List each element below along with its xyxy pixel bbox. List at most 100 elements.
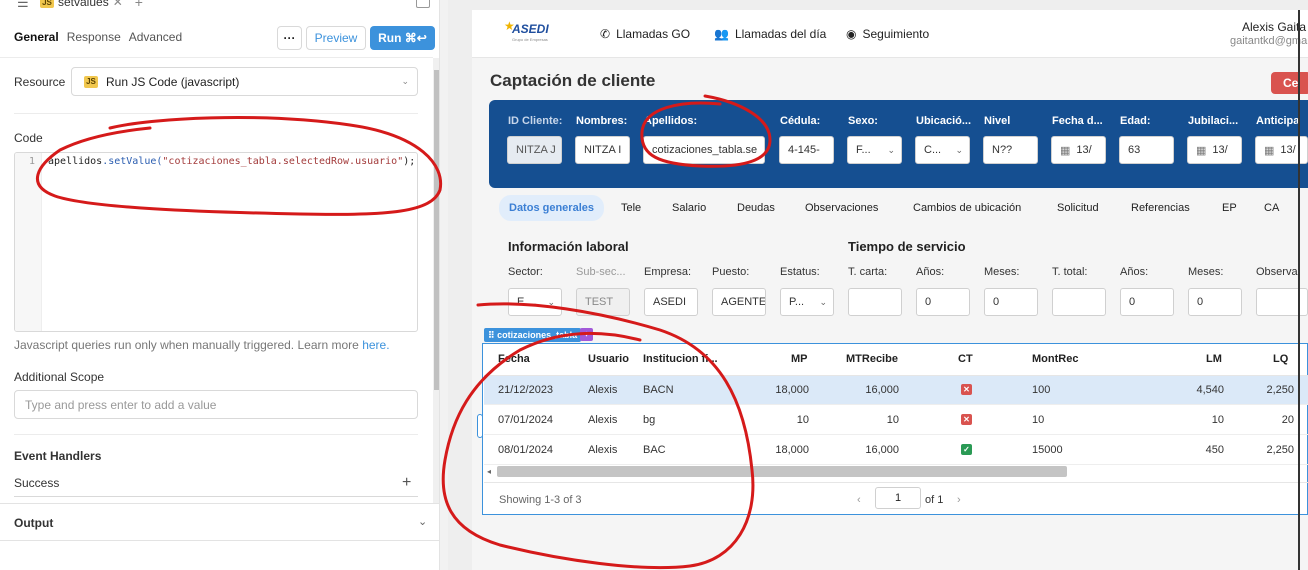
- check-icon: ✓: [961, 444, 972, 455]
- table-row[interactable]: 08/01/2024 Alexis BAC 18,000 16,000 ✓ 15…: [484, 436, 1308, 465]
- tab-response[interactable]: Response: [67, 30, 121, 44]
- cedula-field[interactable]: 4-145-: [779, 136, 834, 164]
- divider: [0, 57, 433, 58]
- run-button[interactable]: Run ⌘↩: [370, 26, 435, 50]
- cell-institucion: BACN: [643, 384, 674, 396]
- nombres-field[interactable]: NITZA I: [575, 136, 630, 164]
- column-header-usuario[interactable]: Usuario: [588, 353, 629, 365]
- component-settings-icon[interactable]: ✦: [580, 328, 593, 341]
- tab-tele[interactable]: Tele: [621, 195, 641, 221]
- chevron-down-icon: ⌄: [887, 145, 895, 155]
- collapse-panel-icon[interactable]: [416, 0, 430, 8]
- nav-llamadas-go[interactable]: ✆ Llamadas GO: [600, 27, 690, 41]
- tab-ep[interactable]: EP: [1222, 195, 1237, 221]
- additional-scope-input[interactable]: Type and press enter to add a value: [14, 390, 418, 419]
- tab-ca[interactable]: CA: [1264, 195, 1279, 221]
- resource-select[interactable]: JS Run JS Code (javascript) ⌄: [71, 67, 418, 96]
- field-value: E ...: [517, 296, 537, 308]
- red-action-button[interactable]: Ce: [1271, 72, 1308, 94]
- scope-placeholder: Type and press enter to add a value: [25, 397, 217, 412]
- column-header-mtrecibe[interactable]: MTRecibe: [846, 353, 898, 365]
- label-t-total: T. total:: [1052, 266, 1088, 278]
- output-section[interactable]: Output ⌄: [0, 503, 439, 541]
- column-header-institucion[interactable]: Institucion fi...: [643, 353, 718, 365]
- close-icon[interactable]: ✕: [113, 0, 123, 9]
- users-icon: 👥: [714, 27, 729, 41]
- query-editor-panel: ☰ JS setvalues ✕ + General Response Adva…: [0, 0, 440, 570]
- empresa-field[interactable]: ASEDI: [644, 288, 698, 316]
- label-subsector: Sub-sec...: [576, 266, 626, 278]
- nav-llamadas-dia[interactable]: 👥 Llamadas del día: [714, 27, 826, 41]
- chevron-down-icon: ⌄: [547, 297, 555, 307]
- t-carta-field[interactable]: [848, 288, 902, 316]
- more-options-button[interactable]: ···: [277, 26, 302, 50]
- tab-observaciones[interactable]: Observaciones: [805, 195, 878, 221]
- tab-salario[interactable]: Salario: [672, 195, 706, 221]
- cell-montrec: 10: [1032, 414, 1045, 426]
- tab-advanced[interactable]: Advanced: [129, 30, 182, 44]
- meses-field-2[interactable]: 0: [1188, 288, 1242, 316]
- jubilacion-field[interactable]: ▦ 13/: [1187, 136, 1242, 164]
- estatus-select[interactable]: P... ⌄: [780, 288, 834, 316]
- meses-field[interactable]: 0: [984, 288, 1038, 316]
- learn-more-link[interactable]: here.: [362, 338, 389, 352]
- puesto-field[interactable]: AGENTE: [712, 288, 766, 316]
- cell-institucion: BAC: [643, 444, 666, 456]
- cotizaciones-table[interactable]: Fecha Usuario Institucion fi... MP MTRec…: [482, 343, 1308, 515]
- page-input[interactable]: 1: [875, 487, 921, 509]
- scroll-left-icon[interactable]: ◂: [487, 467, 491, 476]
- sexo-select[interactable]: F... ⌄: [847, 136, 902, 164]
- edad-field[interactable]: 63: [1119, 136, 1174, 164]
- add-handler-icon[interactable]: +: [402, 474, 411, 492]
- nav-seguimiento[interactable]: ◉ Seguimiento: [846, 27, 929, 41]
- tiempo-servicio-title: Tiempo de servicio: [848, 239, 966, 254]
- divider: [14, 434, 418, 435]
- column-header-montrec[interactable]: MontRec: [1032, 353, 1078, 365]
- nivel-field[interactable]: N??: [983, 136, 1038, 164]
- column-header-lq[interactable]: LQ: [1273, 353, 1288, 365]
- code-label: Code: [14, 131, 43, 145]
- expand-icon[interactable]: ⌄: [418, 515, 427, 528]
- anos-field-2[interactable]: 0: [1120, 288, 1174, 316]
- fecha-nac-field[interactable]: ▦ 13/: [1051, 136, 1106, 164]
- tab-deudas[interactable]: Deudas: [737, 195, 775, 221]
- field-value: N??: [992, 144, 1013, 156]
- menu-icon[interactable]: ☰: [17, 0, 29, 11]
- sector-select[interactable]: E ... ⌄: [508, 288, 562, 316]
- table-row[interactable]: 21/12/2023 Alexis BACN 18,000 16,000 ✕ 1…: [484, 376, 1308, 405]
- label-nombres: Nombres:: [576, 115, 628, 127]
- anos-field[interactable]: 0: [916, 288, 970, 316]
- label-jubilacion: Jubilaci...: [1188, 115, 1239, 127]
- code-editor[interactable]: 1 apellidos.setValue("cotizaciones_tabla…: [14, 152, 418, 332]
- preview-button[interactable]: Preview: [306, 26, 366, 50]
- field-value: P...: [789, 296, 805, 308]
- component-tag[interactable]: ⠿ cotizaciones_tabla: [484, 328, 582, 342]
- t-total-field[interactable]: [1052, 288, 1106, 316]
- column-header-mp[interactable]: MP: [791, 353, 808, 365]
- table-row[interactable]: 07/01/2024 Alexis bg 10 10 ✕ 10 10 20: [484, 406, 1308, 435]
- next-page-icon[interactable]: ›: [957, 494, 961, 506]
- tab-cambios-ubicacion[interactable]: Cambios de ubicación: [913, 195, 1021, 221]
- apellidos-field[interactable]: cotizaciones_tabla.se: [643, 136, 765, 164]
- column-header-lm[interactable]: LM: [1206, 353, 1222, 365]
- observaciones-field[interactable]: [1256, 288, 1308, 316]
- label-sexo: Sexo:: [848, 115, 878, 127]
- column-header-ct[interactable]: CT: [958, 353, 973, 365]
- nav-label: Llamadas GO: [616, 27, 691, 41]
- ubicacion-select[interactable]: C... ⌄: [915, 136, 970, 164]
- tab-datos-generales[interactable]: Datos generales: [499, 195, 604, 221]
- add-tab-icon[interactable]: +: [135, 0, 143, 10]
- column-header-fecha[interactable]: Fecha: [498, 353, 530, 365]
- horizontal-scrollbar[interactable]: [497, 466, 1067, 477]
- prev-page-icon[interactable]: ‹: [857, 494, 861, 506]
- tab-general[interactable]: General: [14, 30, 59, 44]
- query-tab[interactable]: JS setvalues ✕ +: [40, 0, 143, 10]
- tab-referencias[interactable]: Referencias: [1131, 195, 1190, 221]
- success-label: Success: [14, 476, 60, 490]
- anticipada-field[interactable]: ▦ 13/: [1255, 136, 1308, 164]
- field-value: NITZA J: [516, 144, 556, 156]
- tab-solicitud[interactable]: Solicitud: [1057, 195, 1099, 221]
- eye-icon: ◉: [846, 27, 857, 41]
- label-anticipada: Anticipa: [1256, 115, 1300, 127]
- drag-handle-icon: ⠿: [488, 329, 495, 340]
